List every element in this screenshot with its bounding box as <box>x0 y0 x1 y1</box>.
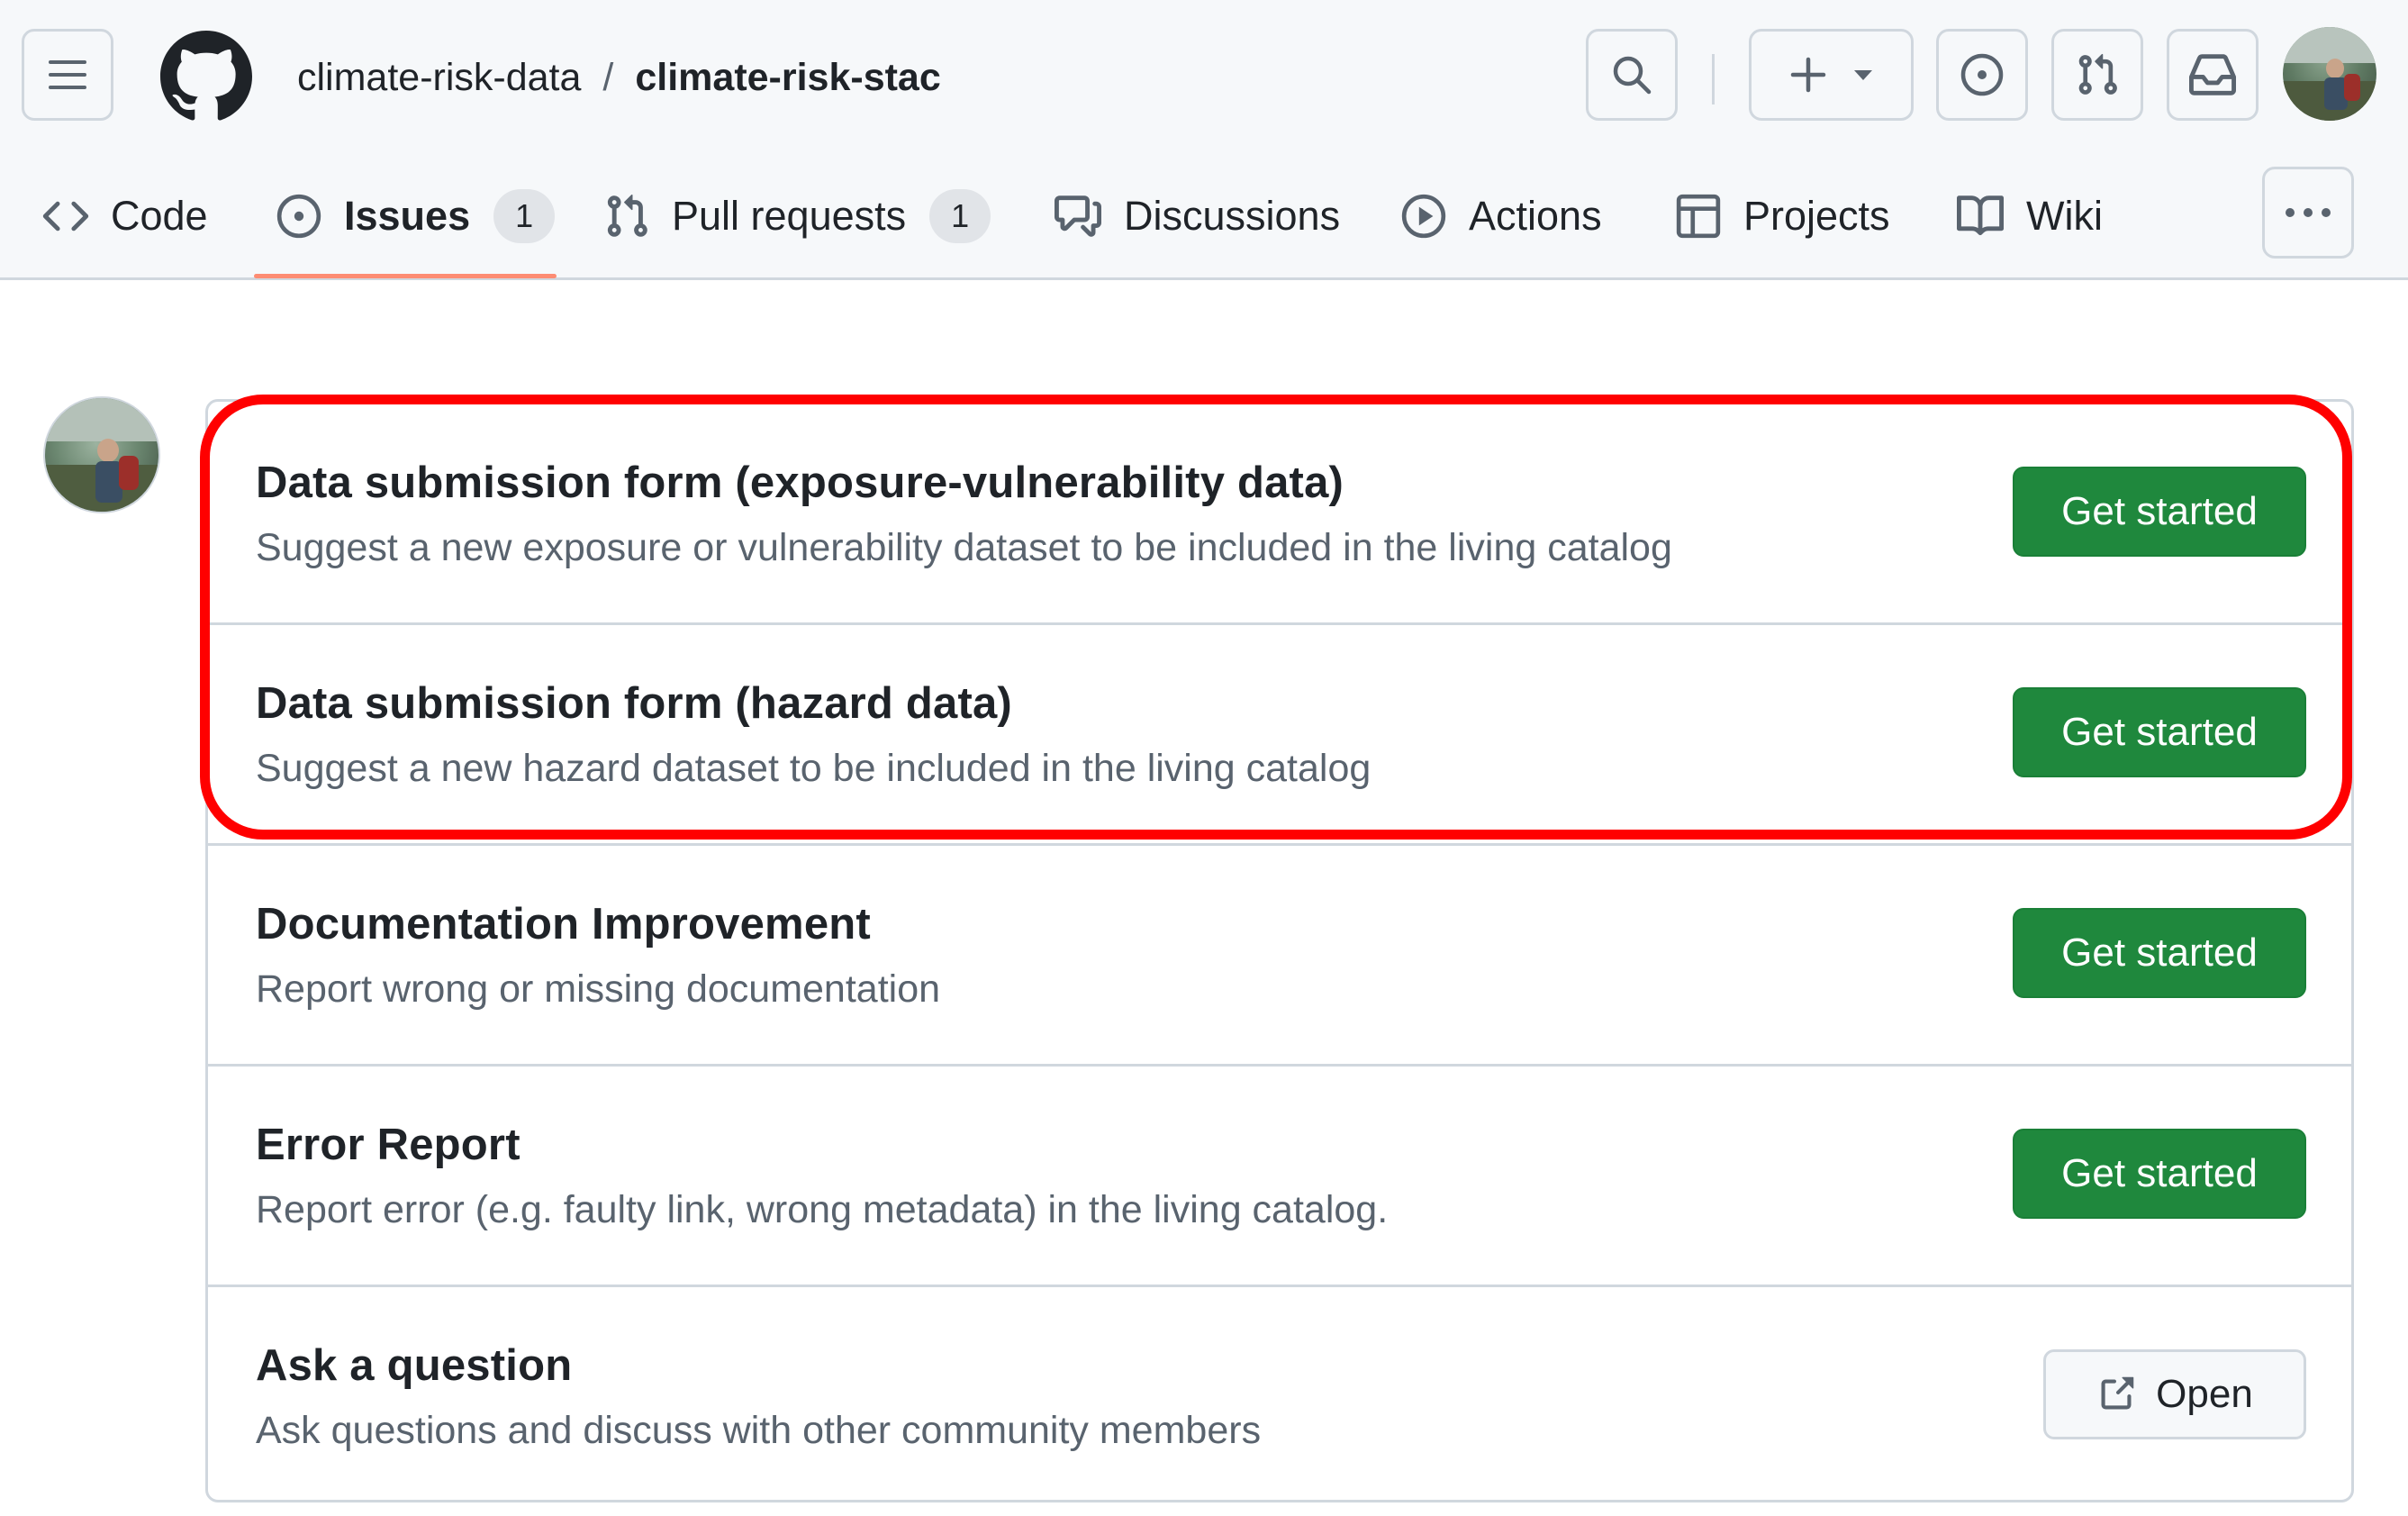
plus-icon <box>1790 57 1825 93</box>
template-description: Report wrong or missing documentation <box>256 967 941 1011</box>
issues-shortcut-button[interactable] <box>1936 29 2028 121</box>
breadcrumb-separator: / <box>602 56 614 99</box>
repo-link[interactable]: climate-risk-stac <box>635 56 940 99</box>
template-title: Data submission form (hazard data) <box>256 679 1012 728</box>
tab-code-label: Code <box>111 193 208 239</box>
code-icon <box>42 201 89 231</box>
owner-link[interactable]: climate-risk-data <box>297 56 581 99</box>
inbox-icon <box>2189 54 2236 95</box>
row-divider <box>208 1285 2351 1287</box>
tab-wiki[interactable]: Wiki <box>1956 180 2103 252</box>
template-title: Data submission form (exposure-vulnerabi… <box>256 458 1344 507</box>
template-row: Data submission form (hazard data) Sugge… <box>208 622 2351 843</box>
issue-opened-icon <box>276 194 321 239</box>
create-new-button[interactable] <box>1749 29 1914 121</box>
search-icon <box>1613 56 1652 95</box>
triangle-down-icon <box>1853 70 1872 80</box>
book-icon <box>1957 195 2005 236</box>
template-description: Report error (e.g. faulty link, wrong me… <box>256 1188 1389 1231</box>
open-button-label: Open <box>2156 1372 2253 1416</box>
menu-icon <box>49 60 86 89</box>
link-external-icon <box>2101 1376 2134 1410</box>
template-title: Documentation Improvement <box>256 900 871 949</box>
kebab-horizontal-icon <box>2286 208 2331 217</box>
issue-opened-icon <box>1960 53 2004 96</box>
issues-counter: 1 <box>493 189 556 243</box>
tab-actions[interactable]: Actions <box>1400 180 1602 252</box>
menu-button[interactable] <box>22 29 113 121</box>
tab-issues-label: Issues <box>344 193 471 239</box>
inbox-button[interactable] <box>2167 29 2259 121</box>
breadcrumb: climate-risk-data / climate-risk-stac <box>297 50 941 104</box>
row-divider <box>208 622 2351 625</box>
get-started-button[interactable]: Get started <box>2013 1129 2306 1219</box>
tab-wiki-label: Wiki <box>2026 193 2103 239</box>
tab-discussions[interactable]: Discussions <box>1054 180 1340 252</box>
pull-requests-counter: 1 <box>929 189 991 243</box>
row-divider <box>208 1064 2351 1067</box>
author-avatar <box>43 396 160 513</box>
template-row: Error Report Report error (e.g. faulty l… <box>208 1064 2351 1285</box>
get-started-button[interactable]: Get started <box>2013 687 2306 777</box>
author-avatar-image <box>45 398 158 512</box>
template-title: Ask a question <box>256 1341 573 1390</box>
tab-discussions-label: Discussions <box>1124 193 1341 239</box>
tab-actions-label: Actions <box>1469 193 1602 239</box>
pull-requests-shortcut-button[interactable] <box>2051 29 2143 121</box>
user-avatar[interactable] <box>2283 27 2376 121</box>
git-pull-request-icon <box>2078 53 2117 95</box>
search-button[interactable] <box>1586 29 1678 121</box>
active-tab-underline <box>254 274 557 278</box>
table-icon <box>1676 194 1721 239</box>
get-started-button[interactable]: Get started <box>2013 908 2306 998</box>
user-avatar-image <box>2283 27 2376 121</box>
template-row: Ask a question Ask questions and discuss… <box>208 1285 2351 1505</box>
tab-issues[interactable]: Issues 1 <box>276 180 556 252</box>
tab-pull-requests[interactable]: Pull requests 1 <box>603 180 991 252</box>
tab-projects-label: Projects <box>1743 193 1890 239</box>
play-icon <box>1401 194 1446 239</box>
template-description: Ask questions and discuss with other com… <box>256 1409 1262 1452</box>
issue-template-list: Data submission form (exposure-vulnerabi… <box>205 399 2354 1502</box>
github-logo-icon[interactable] <box>160 31 252 123</box>
get-started-button[interactable]: Get started <box>2013 467 2306 557</box>
header-divider <box>1712 54 1715 104</box>
template-title: Error Report <box>256 1121 521 1169</box>
template-description: Suggest a new exposure or vulnerability … <box>256 526 1672 569</box>
tab-pull-requests-label: Pull requests <box>672 193 907 239</box>
comment-discussion-icon <box>1055 195 1101 237</box>
git-pull-request-icon <box>607 194 647 237</box>
app-header: climate-risk-data / climate-risk-stac Co… <box>0 0 2408 280</box>
tab-projects[interactable]: Projects <box>1675 180 1890 252</box>
template-row: Data submission form (exposure-vulnerabi… <box>208 402 2351 622</box>
template-row: Documentation Improvement Report wrong o… <box>208 843 2351 1064</box>
template-description: Suggest a new hazard dataset to be inclu… <box>256 747 1371 790</box>
tab-code[interactable]: Code <box>42 180 208 252</box>
row-divider <box>208 843 2351 846</box>
open-button[interactable]: Open <box>2043 1349 2306 1439</box>
more-tabs-button[interactable] <box>2262 167 2354 259</box>
